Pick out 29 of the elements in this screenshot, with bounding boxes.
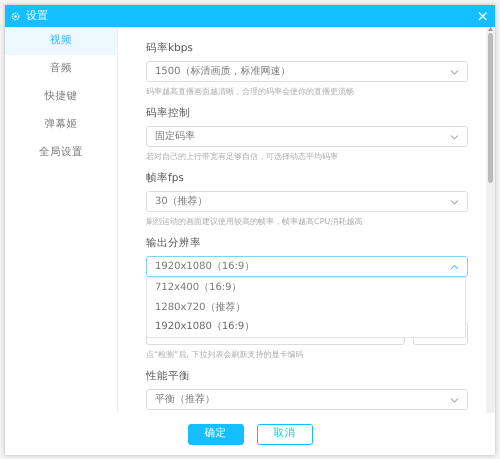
- field-label: 码率kbps: [146, 41, 194, 55]
- caret-icon: [450, 264, 459, 270]
- field-label: 输出分辨率: [146, 236, 202, 250]
- field-label: 性能平衡: [146, 369, 191, 383]
- sidebar-item[interactable]: 全局设置: [5, 139, 117, 167]
- hint-text: 码率越高直播画面越清晰，合理的码率会使你的直播更流畅: [146, 86, 355, 98]
- hint-text: 若对自己的上行带宽有足够自信，可选择动态平均码率: [146, 151, 339, 163]
- select-field[interactable]: 固定码率: [146, 126, 468, 147]
- gear-icon: [11, 12, 20, 20]
- caret-icon: [450, 68, 459, 74]
- select-field[interactable]: 1920x1080（16:9）: [146, 256, 468, 277]
- select-field[interactable]: 平衡（推荐）: [146, 389, 468, 410]
- sidebar-item[interactable]: 弹幕姬: [5, 111, 117, 139]
- dropdown-option[interactable]: 1280x720（推荐）: [147, 298, 465, 317]
- hint-text: 点“检测”后, 下拉列表会刷新支持的显卡编码: [146, 349, 304, 361]
- sidebar-item[interactable]: 快捷键: [5, 83, 117, 111]
- sidebar-item[interactable]: 音频: [5, 55, 117, 83]
- caret-icon: [450, 198, 459, 204]
- hint-text: 刷烈运动的画面建议使用较高的帧率，帧率越高CPU消耗越高: [146, 216, 364, 228]
- field-label: 码率控制: [146, 106, 191, 120]
- select-field[interactable]: 30（推荐）: [146, 191, 468, 212]
- scrollbar[interactable]: [486, 27, 495, 413]
- window-title: 设置: [26, 8, 48, 24]
- caret-icon: [450, 134, 459, 140]
- dropdown-option[interactable]: 1920x1080（16:9）: [147, 317, 465, 336]
- field-label: 帧率fps: [146, 171, 185, 185]
- dropdown-option[interactable]: 712x400（16:9）: [147, 278, 465, 298]
- select-field[interactable]: 1500（标清画质，标准网速）: [146, 61, 468, 82]
- caret-icon: [450, 396, 459, 402]
